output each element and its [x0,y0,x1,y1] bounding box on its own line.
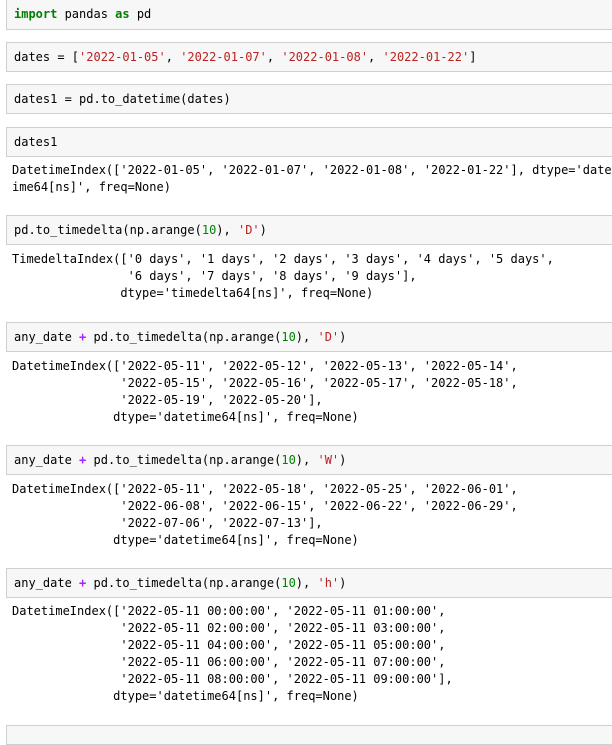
number-literal: 10 [281,576,296,590]
string-literal: '2022-01-22' [382,50,470,64]
number-literal: 10 [281,453,296,467]
code-cell-import[interactable]: import pandas as pd [6,0,612,30]
code-text: pd.to_timedelta(np.arange( [86,330,282,344]
cell-output: DatetimeIndex(['2022-05-11 00:00:00', '2… [12,604,453,703]
code-input[interactable]: any_date + pd.to_timedelta(np.arange(10)… [14,329,346,345]
string-literal: 'D' [237,223,260,237]
string-literal: '2022-01-07' [180,50,267,64]
string-literal: 'W' [317,453,340,467]
code-input[interactable]: dates = ['2022-01-05', '2022-01-07', '20… [14,49,476,65]
code-text: ) [339,453,347,467]
keyword: import [14,7,58,21]
notebook: import pandas as pd dates = ['2022-01-05… [0,0,612,745]
code-input[interactable]: dates1 [14,134,57,150]
number-literal: 10 [281,330,296,344]
code-text: ] [469,50,477,64]
code-input[interactable]: dates1 = pd.to_datetime(dates) [14,91,231,107]
code-text: , [368,50,383,64]
code-cell-next[interactable] [6,725,612,745]
keyword: as [115,7,130,21]
cell-output: DatetimeIndex(['2022-01-05', '2022-01-07… [12,163,612,194]
code-text: any_date [14,453,80,467]
code-cell-to-datetime[interactable]: dates1 = pd.to_datetime(dates) [6,84,612,114]
code-cell-to-timedelta[interactable]: pd.to_timedelta(np.arange(10), 'D') [6,215,612,245]
code-text: pandas [57,7,116,21]
code-text: = [ [50,50,80,64]
code-text: ), [295,453,318,467]
code-text: ), [295,576,318,590]
code-text: any_date [14,330,80,344]
code-text: , [165,50,181,64]
string-literal: '2022-01-05' [79,50,166,64]
code-text: pd.to_timedelta(np.arange( [14,223,202,237]
code-cell-add-hours[interactable]: any_date + pd.to_timedelta(np.arange(10)… [6,568,612,598]
code-cell-add-days[interactable]: any_date + pd.to_timedelta(np.arange(10)… [6,322,612,352]
code-input[interactable]: pd.to_timedelta(np.arange(10), 'D') [14,222,267,238]
code-input[interactable]: import pandas as pd [14,6,151,22]
code-text: ) [339,576,347,590]
code-text: , [266,50,282,64]
code-text: pd.to_timedelta(np.arange( [86,453,282,467]
code-cell-dates1[interactable]: dates1 [6,127,612,157]
code-text: ) [339,330,347,344]
cell-output: DatetimeIndex(['2022-05-11', '2022-05-12… [12,359,518,424]
string-literal: 'D' [317,330,340,344]
code-text: pd [129,7,152,21]
string-literal: 'h' [317,576,340,590]
code-text: pd.to_timedelta(np.arange( [86,576,282,590]
code-text: dates [14,50,51,64]
cell-output: TimedeltaIndex(['0 days', '1 days', '2 d… [12,252,554,300]
code-text: any_date [14,576,80,590]
string-literal: '2022-01-08' [281,50,369,64]
code-input[interactable]: any_date + pd.to_timedelta(np.arange(10)… [14,452,346,468]
code-text: ), [216,223,238,237]
number-literal: 10 [201,223,217,237]
code-cell-dates[interactable]: dates = ['2022-01-05', '2022-01-07', '20… [6,42,612,72]
code-text: ), [295,330,318,344]
code-input[interactable]: any_date + pd.to_timedelta(np.arange(10)… [14,575,346,591]
cell-output: DatetimeIndex(['2022-05-11', '2022-05-18… [12,482,518,547]
code-text: ) [259,223,267,237]
code-cell-add-weeks[interactable]: any_date + pd.to_timedelta(np.arange(10)… [6,445,612,475]
